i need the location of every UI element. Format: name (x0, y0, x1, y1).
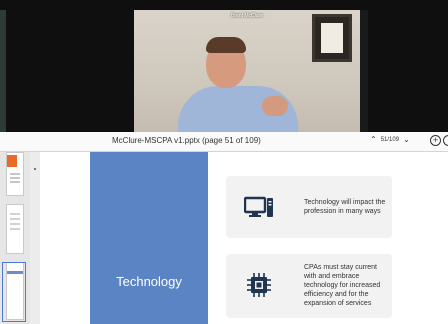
participant-name-label: Brent McClure (231, 13, 263, 19)
adjacent-video-tile-right[interactable] (360, 10, 368, 132)
page-indicator[interactable]: 51/109 (381, 137, 399, 143)
page-up-icon[interactable]: ⌃ (370, 135, 377, 144)
thumbnail-selection-outline (2, 262, 26, 322)
page-navigation: ⌃ 51/109 ⌄ (370, 135, 410, 144)
document-viewer: Technology Technology will impact the pr… (0, 152, 448, 324)
slide-point-text: Technology will impact the profession in… (304, 199, 386, 215)
slide-point-card: CPAs must stay current with and embrace … (226, 254, 392, 318)
video-strip: Brent McClure (0, 0, 448, 132)
slide-canvas: Technology Technology will impact the pr… (40, 152, 448, 324)
thumbnail-lines (10, 173, 20, 175)
adjacent-video-tile-left[interactable] (0, 10, 6, 132)
slide-section-panel: Technology (90, 152, 208, 324)
speaker-video-tile[interactable]: Brent McClure (134, 10, 360, 132)
scroll-marker (34, 168, 36, 170)
microchip-icon (247, 273, 271, 297)
thumbnail-lines (10, 213, 20, 215)
document-toolbar: McClure-MSCPA v1.pptx (page 51 of 109) ⌃… (0, 132, 448, 152)
page-down-icon[interactable]: ⌄ (403, 135, 410, 144)
slide-point-text: CPAs must stay current with and embrace … (304, 264, 381, 307)
slide-thumbnail[interactable] (6, 204, 24, 254)
speaker-hair (206, 37, 246, 53)
zoom-in-icon[interactable]: + (430, 135, 441, 146)
slide-thumbnail[interactable] (6, 152, 24, 196)
document-title: McClure-MSCPA v1.pptx (page 51 of 109) (112, 136, 261, 145)
thumbnail-panel[interactable] (0, 152, 30, 324)
slide-section-title: Technology (116, 274, 182, 289)
more-options-icon[interactable] (443, 135, 448, 146)
wall-picture-frame (312, 14, 352, 62)
slide-point-card: Technology will impact the profession in… (226, 176, 392, 238)
computer-monitor-icon (244, 196, 273, 217)
speaker-hand (262, 96, 288, 116)
thumbnail-accent (7, 155, 17, 167)
